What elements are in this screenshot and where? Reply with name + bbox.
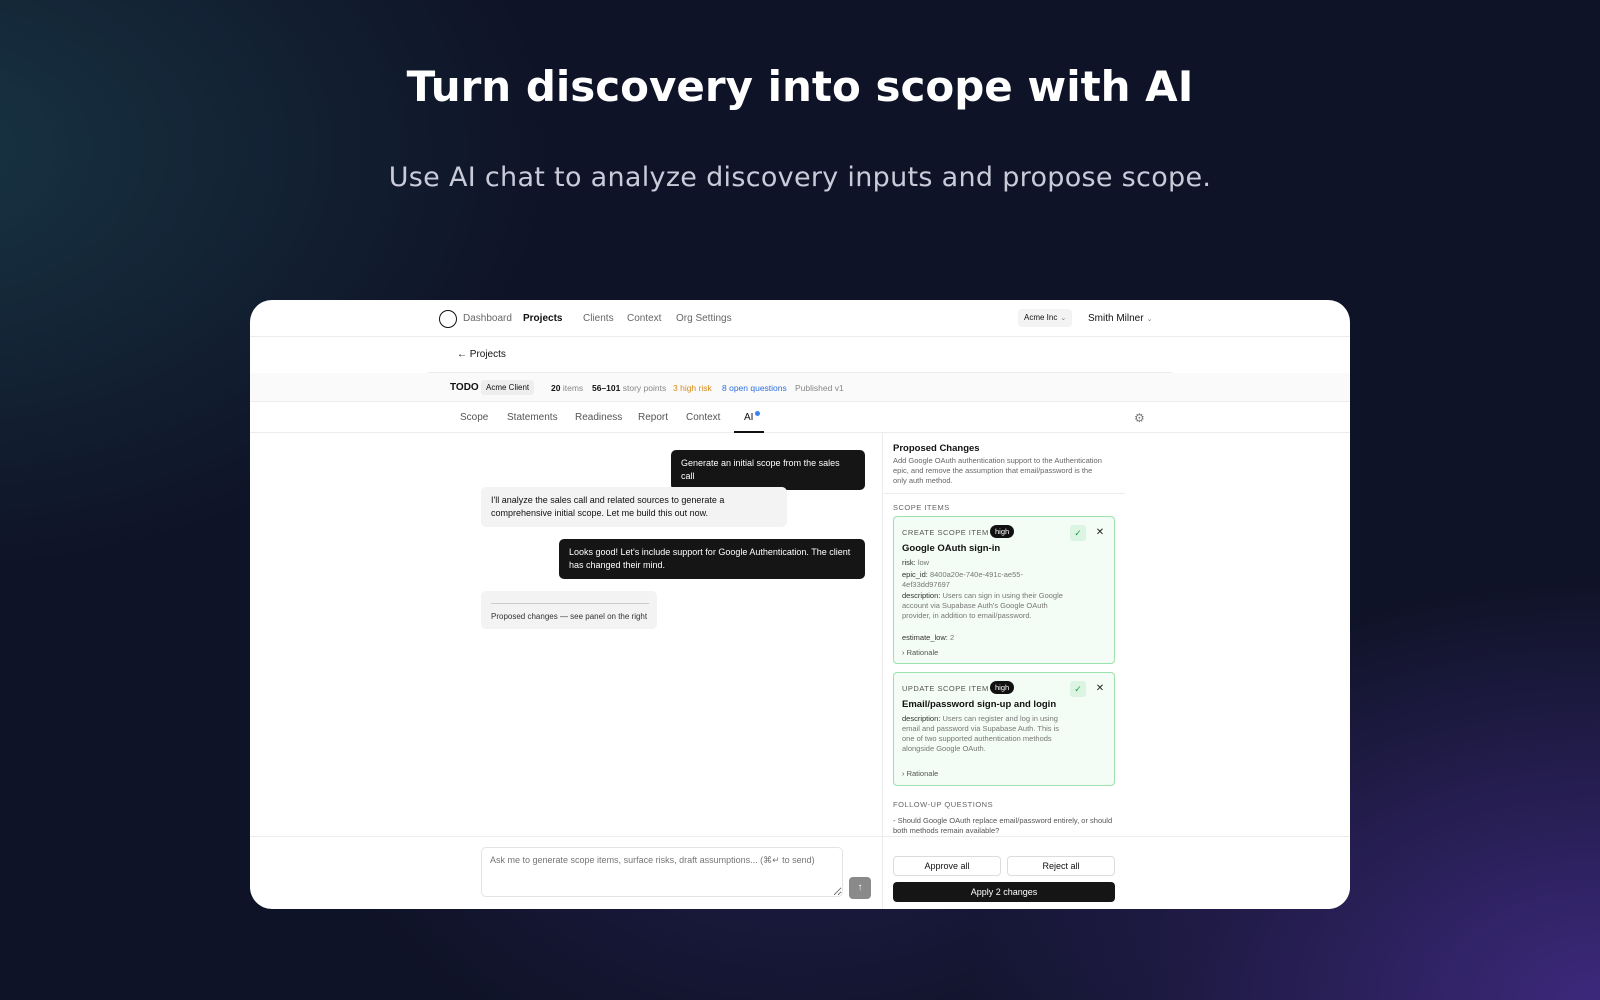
nav-org-settings[interactable]: Org Settings — [676, 313, 732, 324]
divider — [883, 836, 1350, 837]
proposed-changes-panel: Proposed Changes Add Google OAuth authen… — [882, 433, 1350, 909]
org-name: Acme Inc — [1024, 313, 1058, 322]
reject-all-button[interactable]: Reject all — [1007, 856, 1115, 876]
org-switcher[interactable]: Acme Inc ⌄ — [1018, 309, 1073, 327]
user-menu[interactable]: Smith Milner ⌄ — [1088, 313, 1152, 324]
approve-button[interactable]: ✓ — [1070, 681, 1086, 697]
divider — [883, 493, 1125, 494]
apply-changes-button[interactable]: Apply 2 changes — [893, 882, 1115, 902]
ai-notification-dot — [755, 411, 760, 416]
back-to-projects-link[interactable]: ← Projects — [457, 349, 506, 360]
field-risk: risk: low — [902, 558, 930, 567]
user-name: Smith Milner — [1088, 313, 1144, 324]
field-description: description: Users can sign in using the… — [902, 591, 1063, 620]
chat-input[interactable] — [481, 847, 843, 897]
items-count: 20 items — [551, 383, 584, 393]
priority-badge: high — [990, 681, 1015, 694]
project-name: TODO — [450, 382, 479, 393]
tab-ai[interactable]: AI — [744, 412, 753, 423]
close-icon: ✕ — [1095, 683, 1105, 694]
hero-title: Turn discovery into scope with AI — [406, 62, 1194, 111]
follow-up-question: - Should Google OAuth replace email/pass… — [893, 816, 1113, 835]
client-badge[interactable]: Acme Client — [481, 380, 535, 395]
tab-report[interactable]: Report — [638, 412, 668, 423]
field-description: description: Users can register and log … — [902, 714, 1060, 753]
chat-message-user: Generate an initial scope from the sales… — [671, 450, 865, 490]
nav-dashboard[interactable]: Dashboard — [463, 313, 512, 324]
chevron-down-icon: ⌄ — [1060, 315, 1067, 322]
chevron-right-icon: › — [902, 769, 905, 778]
tab-readiness[interactable]: Readiness — [575, 412, 622, 423]
logo-icon[interactable] — [439, 310, 457, 328]
scope-change-card: CREATE SCOPE ITEM high ✓ ✕ Google OAuth … — [893, 516, 1115, 664]
scope-change-card: UPDATE SCOPE ITEM high ✓ ✕ Email/passwor… — [893, 672, 1115, 786]
field-estimate-low: estimate_low: 2 — [902, 633, 955, 642]
hero-subtitle: Use AI chat to analyze discovery inputs … — [388, 162, 1212, 193]
send-button[interactable]: ↑ — [849, 877, 871, 899]
chat-message-user: Looks good! Let's include support for Go… — [559, 539, 865, 579]
tab-statements[interactable]: Statements — [507, 412, 558, 423]
gear-icon[interactable]: ⚙ — [1134, 411, 1145, 425]
approve-button[interactable]: ✓ — [1070, 525, 1086, 541]
published-version: Published v1 — [795, 383, 844, 393]
scope-item-title: Email/password sign-up and login — [902, 699, 1057, 710]
divider — [491, 603, 649, 604]
priority-badge: high — [990, 525, 1015, 538]
project-bar: TODO Acme Client 20 items 56–101 story p… — [250, 373, 1350, 402]
panel-title: Proposed Changes — [893, 443, 980, 454]
scope-items-heading: SCOPE ITEMS — [893, 503, 950, 512]
chat-message-proposed-changes[interactable]: Proposed changes — see panel on the righ… — [481, 591, 657, 629]
panel-description: Add Google OAuth authentication support … — [893, 456, 1102, 485]
check-icon: ✓ — [1074, 528, 1082, 538]
chat-message-assistant: I'll analyze the sales call and related … — [481, 487, 787, 527]
app-window: Dashboard Projects Clients Context Org S… — [250, 300, 1350, 909]
project-tabs: Scope Statements Readiness Report Contex… — [250, 403, 1350, 433]
arrow-up-icon: ↑ — [857, 882, 863, 893]
reject-button[interactable]: ✕ — [1092, 681, 1108, 697]
change-type: UPDATE SCOPE ITEM — [902, 684, 989, 693]
tab-context[interactable]: Context — [686, 412, 720, 423]
chevron-down-icon: ⌄ — [1146, 316, 1153, 323]
reject-button[interactable]: ✕ — [1092, 525, 1108, 541]
story-points: 56–101 story points — [592, 383, 667, 393]
nav-projects[interactable]: Projects — [523, 313, 562, 324]
approve-all-button[interactable]: Approve all — [893, 856, 1001, 876]
scope-item-title: Google OAuth sign-in — [902, 543, 1001, 554]
check-icon: ✓ — [1074, 684, 1082, 694]
top-nav: Dashboard Projects Clients Context Org S… — [250, 300, 1350, 337]
rationale-toggle[interactable]: › Rationale — [902, 769, 938, 778]
divider — [250, 836, 882, 837]
nav-clients[interactable]: Clients — [583, 313, 614, 324]
rationale-toggle[interactable]: › Rationale — [902, 648, 938, 657]
open-questions-count[interactable]: 8 open questions — [722, 383, 787, 393]
follow-up-heading: FOLLOW-UP QUESTIONS — [893, 800, 994, 809]
chevron-right-icon: › — [902, 648, 905, 657]
tab-scope[interactable]: Scope — [460, 412, 488, 423]
proposed-changes-note: Proposed changes — see panel on the righ… — [491, 612, 648, 621]
high-risk-count[interactable]: 3 high risk — [673, 383, 712, 393]
nav-context[interactable]: Context — [627, 313, 661, 324]
active-tab-indicator — [734, 431, 764, 433]
field-epic-id: epic_id: 8400a20e-740e-491c-ae55-4ef33dd… — [902, 570, 1023, 589]
change-type: CREATE SCOPE ITEM — [902, 528, 989, 537]
close-icon: ✕ — [1095, 527, 1105, 538]
